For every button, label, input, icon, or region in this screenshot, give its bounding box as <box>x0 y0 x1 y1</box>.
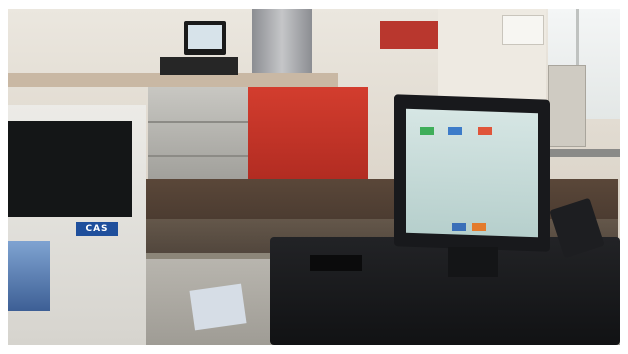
pos-key <box>472 223 486 231</box>
back-monitor-base <box>160 57 238 75</box>
stainless-cabinet <box>148 87 248 187</box>
pos-key <box>452 223 466 231</box>
pos-key <box>478 127 492 135</box>
scale-display <box>8 121 132 217</box>
receipt-printer-slot <box>310 255 362 271</box>
right-shelf <box>548 65 586 147</box>
distant-table <box>548 149 620 157</box>
touchscreen-stand <box>448 247 498 277</box>
back-monitor-screen <box>188 25 222 49</box>
cas-brand-label: CAS <box>76 222 118 236</box>
receipt-paper <box>189 283 247 331</box>
cabinet-line <box>148 121 248 123</box>
pos-key <box>420 127 434 135</box>
wall-sign <box>502 15 544 45</box>
red-counter-panel <box>248 87 368 179</box>
pos-key <box>448 127 462 135</box>
scale-screen-item <box>8 241 50 311</box>
red-products <box>380 21 438 49</box>
shelf-unit <box>252 9 312 73</box>
photo-frame: CAS <box>0 0 628 354</box>
cabinet-line <box>148 155 248 157</box>
back-counter-top <box>8 73 338 87</box>
checkout-counter-photo: CAS <box>8 9 620 345</box>
